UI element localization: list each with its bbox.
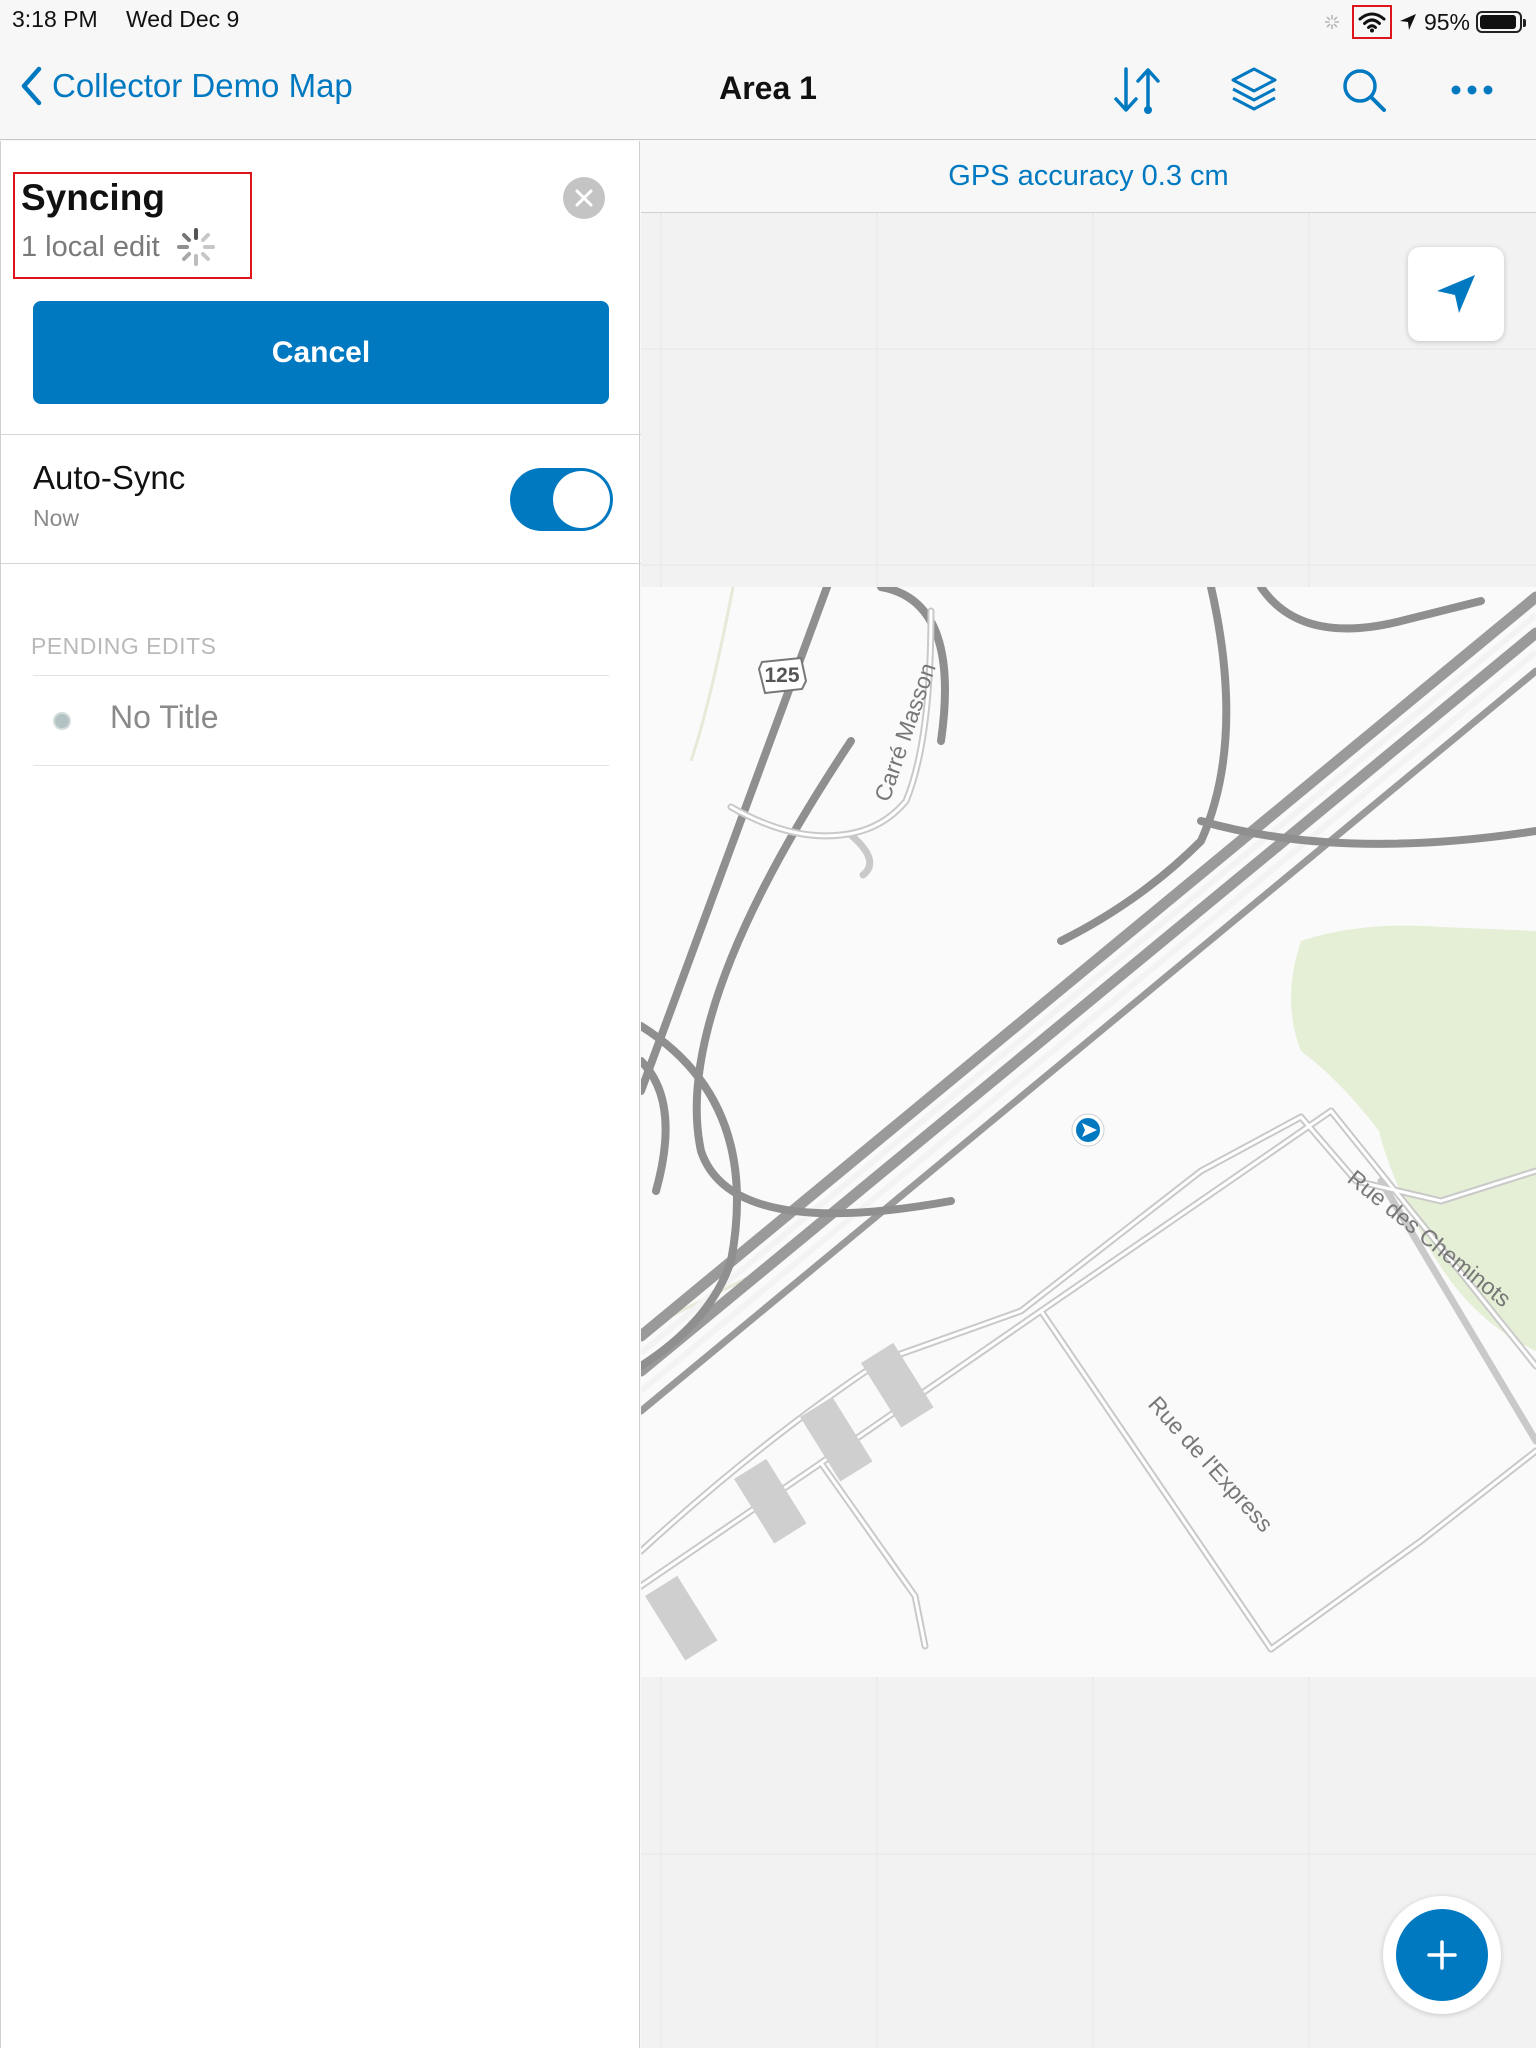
status-right: 95% [1324,5,1526,39]
loading-spinner-icon [176,228,215,266]
add-feature-button[interactable] [1396,1909,1488,2001]
page-title-text: Area 1 [719,70,817,106]
divider [1,563,641,564]
sync-panel: Syncing 1 local edit Cancel Auto-Sync No… [0,141,641,2048]
sync-button[interactable] [1108,62,1168,118]
locate-button[interactable] [1408,247,1504,341]
sync-subtitle: 1 local edit [21,227,216,267]
pending-divider [33,765,609,766]
route-shield-label: 125 [764,664,799,687]
sync-icon [1114,67,1160,114]
current-location-marker [1071,1113,1105,1147]
wifi-highlight [1351,5,1392,39]
auto-sync-toggle[interactable] [510,468,613,531]
cancel-button[interactable]: Cancel [33,301,609,404]
sync-title: Syncing [21,177,165,218]
pending-edit-item[interactable]: No Title [33,675,609,763]
gps-accuracy-bar: GPS accuracy 0.3 cm [641,141,1536,213]
close-icon [575,189,593,207]
wifi-icon [1358,12,1386,33]
layers-button[interactable] [1224,62,1284,118]
nav-bar: Collector Demo Map Area 1 [0,40,1536,140]
more-button[interactable] [1442,62,1502,118]
auto-sync-time: Now [33,505,80,531]
more-icon [1451,85,1493,95]
divider [1,434,641,435]
chevron-left-icon [21,66,42,106]
status-date: Wed Dec 9 [126,6,240,32]
status-time: 3:18 PM [12,6,98,32]
status-bar: 3:18 PM Wed Dec 9 95% [0,0,1536,40]
activity-spinner-icon [1324,14,1340,30]
battery-fill [1480,15,1517,29]
pending-edits-header: PENDING EDITS [31,633,217,659]
location-arrow-icon [1437,275,1475,313]
battery-icon [1476,11,1526,33]
toggle-knob [553,471,610,528]
auto-sync-label: Auto-Sync [33,459,186,496]
back-button[interactable]: Collector Demo Map [20,66,353,106]
search-icon [1343,69,1386,112]
map-canvas: 125 Carré Masson Rue des Cheminots Rue d… [641,213,1536,2048]
plus-icon [1427,1940,1457,1970]
battery-percent: 95% [1423,8,1470,35]
local-edit-count: 1 local edit [21,230,160,263]
close-button[interactable] [563,177,605,219]
pending-edit-title: No Title [110,699,219,735]
map-view[interactable]: 125 Carré Masson Rue des Cheminots Rue d… [641,141,1536,2048]
search-button[interactable] [1334,62,1394,118]
status-dot-icon [53,712,71,730]
layers-icon [1231,67,1277,111]
location-arrow-icon [1399,14,1416,30]
back-button-label: Collector Demo Map [52,67,353,104]
